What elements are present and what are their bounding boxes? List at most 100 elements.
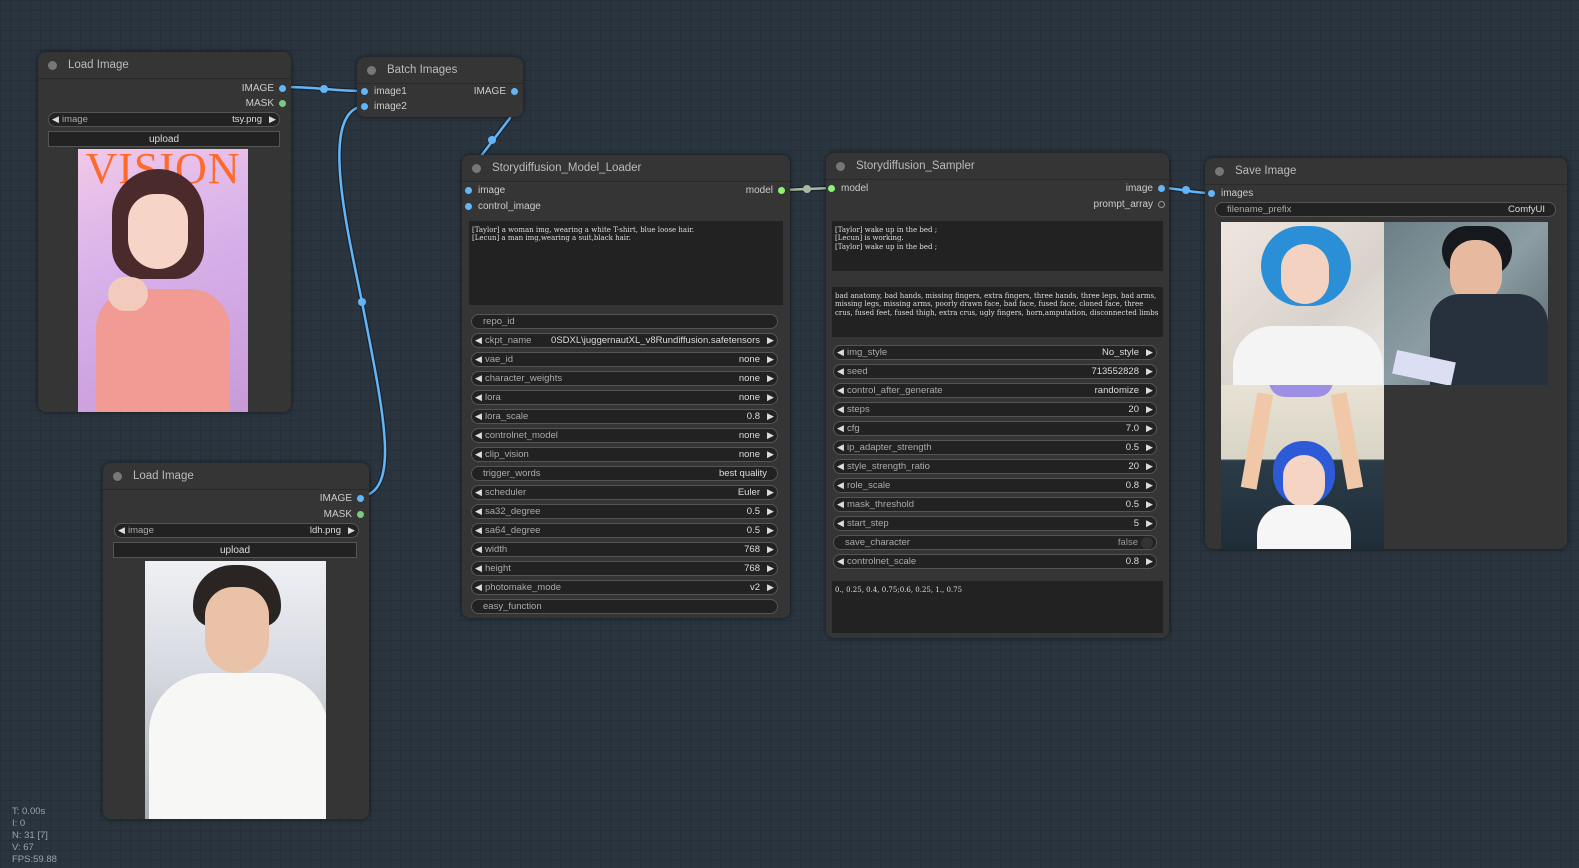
- arrow-right-icon[interactable]: ▶: [1143, 366, 1156, 377]
- widget-mask-threshold[interactable]: ◀ mask_threshold 0.5 ▶: [833, 497, 1157, 512]
- arrow-right-icon[interactable]: ▶: [1143, 385, 1156, 396]
- arrow-left-icon[interactable]: ◀: [834, 366, 847, 377]
- widget-ip-adapter-strength[interactable]: ◀ ip_adapter_strength 0.5 ▶: [833, 440, 1157, 455]
- output-slot-image[interactable]: IMAGE: [320, 491, 364, 505]
- arrow-right-icon[interactable]: ▶: [764, 506, 777, 517]
- arrow-left-icon[interactable]: ◀: [472, 582, 485, 593]
- output-slot-image[interactable]: IMAGE: [242, 81, 286, 95]
- arrow-right-icon[interactable]: ▶: [1143, 347, 1156, 358]
- widget-lora[interactable]: ◀ lora none ▶: [471, 390, 778, 405]
- output-slot-mask[interactable]: MASK: [324, 507, 364, 521]
- widget-seed[interactable]: ◀ seed 713552828 ▶: [833, 364, 1157, 379]
- arrow-right-icon[interactable]: ▶: [764, 582, 777, 593]
- arrow-right-icon[interactable]: ▶: [764, 430, 777, 441]
- filename-prefix-widget[interactable]: filename_prefix ComfyUI: [1215, 202, 1556, 217]
- widget-ckpt-name[interactable]: ◀ ckpt_name 0SDXL\juggernautXL_v8Rundiffus…: [471, 333, 778, 348]
- node-title[interactable]: Load Image: [38, 52, 291, 79]
- arrow-left-icon[interactable]: ◀: [472, 335, 485, 346]
- arrow-right-icon[interactable]: ▶: [764, 487, 777, 498]
- arrow-left-icon[interactable]: ◀: [834, 518, 847, 529]
- arrow-right-icon[interactable]: ▶: [764, 563, 777, 574]
- widget-width[interactable]: ◀ width 768 ▶: [471, 542, 778, 557]
- arrow-left-icon[interactable]: ◀: [834, 404, 847, 415]
- upload-button[interactable]: upload: [113, 542, 357, 558]
- arrow-right-icon[interactable]: ▶: [764, 525, 777, 536]
- arrow-right-icon[interactable]: ▶: [1143, 518, 1156, 529]
- widget-steps[interactable]: ◀ steps 20 ▶: [833, 402, 1157, 417]
- arrow-right-icon[interactable]: ▶: [764, 335, 777, 346]
- slot-dot-icon[interactable]: [828, 184, 835, 192]
- widget-role-scale[interactable]: ◀ role_scale 0.8 ▶: [833, 478, 1157, 493]
- widget-controlnet-model[interactable]: ◀ controlnet_model none ▶: [471, 428, 778, 443]
- scene-prompt-textarea[interactable]: [Taylor] wake up in the bed ; [Lecun] is…: [832, 221, 1163, 271]
- node-title[interactable]: Storydiffusion_Model_Loader: [462, 155, 790, 182]
- arrow-left-icon[interactable]: ◀: [834, 423, 847, 434]
- arrow-left-icon[interactable]: ◀: [472, 354, 485, 365]
- slot-dot-icon[interactable]: [279, 99, 286, 107]
- arrow-left-icon[interactable]: ◀: [49, 114, 62, 125]
- arrow-right-icon[interactable]: ▶: [1143, 556, 1156, 567]
- mask-coords-textarea[interactable]: 0., 0.25, 0.4, 0.75;0.6, 0.25, 1., 0.75: [832, 581, 1163, 633]
- slot-dot-icon[interactable]: [1208, 189, 1215, 197]
- slot-dot-icon[interactable]: [1158, 200, 1165, 208]
- arrow-left-icon[interactable]: ◀: [472, 430, 485, 441]
- arrow-left-icon[interactable]: ◀: [834, 347, 847, 358]
- image-combo-widget[interactable]: ◀ image ldh.png ▶: [114, 523, 359, 538]
- arrow-right-icon[interactable]: ▶: [1143, 404, 1156, 415]
- arrow-left-icon[interactable]: ◀: [472, 411, 485, 422]
- arrow-right-icon[interactable]: ▶: [1143, 442, 1156, 453]
- arrow-right-icon[interactable]: ▶: [266, 114, 279, 125]
- widget-character-weights[interactable]: ◀ character_weights none ▶: [471, 371, 778, 386]
- node-batch-images[interactable]: Batch Images image1 image2 IMAGE: [357, 57, 523, 117]
- output-slot-mask[interactable]: MASK: [246, 96, 286, 110]
- node-save-image[interactable]: Save Image images filename_prefix ComfyU…: [1205, 158, 1567, 549]
- output-preview-3[interactable]: [1221, 385, 1384, 549]
- output-preview-2[interactable]: [1384, 222, 1548, 385]
- input-slot-control-image[interactable]: control_image: [465, 199, 541, 213]
- widget-style-strength-ratio[interactable]: ◀ style_strength_ratio 20 ▶: [833, 459, 1157, 474]
- node-title[interactable]: Batch Images: [357, 57, 523, 84]
- arrow-right-icon[interactable]: ▶: [764, 544, 777, 555]
- widget-sa32-degree[interactable]: ◀ sa32_degree 0.5 ▶: [471, 504, 778, 519]
- slot-dot-icon[interactable]: [1158, 184, 1165, 192]
- slot-dot-icon[interactable]: [279, 84, 286, 92]
- collapse-dot-icon[interactable]: [367, 65, 376, 75]
- upload-button[interactable]: upload: [48, 131, 280, 147]
- collapse-dot-icon[interactable]: [1215, 166, 1224, 176]
- arrow-right-icon[interactable]: ▶: [764, 411, 777, 422]
- arrow-right-icon[interactable]: ▶: [1143, 461, 1156, 472]
- collapse-dot-icon[interactable]: [836, 161, 845, 171]
- collapse-dot-icon[interactable]: [472, 163, 481, 173]
- arrow-left-icon[interactable]: ◀: [472, 373, 485, 384]
- collapse-dot-icon[interactable]: [48, 60, 57, 70]
- widget-control-after-generate[interactable]: ◀ control_after_generate randomize ▶: [833, 383, 1157, 398]
- arrow-left-icon[interactable]: ◀: [834, 556, 847, 567]
- widget-cfg[interactable]: ◀ cfg 7.0 ▶: [833, 421, 1157, 436]
- slot-dot-icon[interactable]: [465, 186, 472, 194]
- node-storydiffusion-model-loader[interactable]: Storydiffusion_Model_Loader image contro…: [462, 155, 790, 618]
- collapse-dot-icon[interactable]: [113, 471, 122, 481]
- node-load-image-1[interactable]: Load Image IMAGE MASK ◀ image tsy.png ▶ …: [38, 52, 291, 412]
- arrow-right-icon[interactable]: ▶: [764, 449, 777, 460]
- arrow-right-icon[interactable]: ▶: [764, 373, 777, 384]
- arrow-left-icon[interactable]: ◀: [472, 506, 485, 517]
- input-slot-image2[interactable]: image2: [361, 99, 407, 113]
- widget-lora-scale[interactable]: ◀ lora_scale 0.8 ▶: [471, 409, 778, 424]
- output-slot-image[interactable]: image: [1126, 181, 1165, 195]
- input-slot-model[interactable]: model: [828, 181, 868, 195]
- widget-controlnet-scale[interactable]: ◀ controlnet_scale 0.8 ▶: [833, 554, 1157, 569]
- slot-dot-icon[interactable]: [778, 186, 785, 194]
- slot-dot-icon[interactable]: [357, 494, 364, 502]
- widget-repo-id[interactable]: repo_id: [471, 314, 778, 329]
- widget-save-character[interactable]: save_character false: [833, 535, 1157, 550]
- widget-height[interactable]: ◀ height 768 ▶: [471, 561, 778, 576]
- slot-dot-icon[interactable]: [361, 87, 368, 95]
- arrow-right-icon[interactable]: ▶: [345, 525, 358, 536]
- widget-trigger-words[interactable]: trigger_words best quality: [471, 466, 778, 481]
- arrow-right-icon[interactable]: ▶: [1143, 423, 1156, 434]
- arrow-left-icon[interactable]: ◀: [834, 385, 847, 396]
- arrow-left-icon[interactable]: ◀: [834, 499, 847, 510]
- arrow-right-icon[interactable]: ▶: [1143, 499, 1156, 510]
- node-title[interactable]: Load Image: [103, 463, 369, 490]
- arrow-left-icon[interactable]: ◀: [472, 544, 485, 555]
